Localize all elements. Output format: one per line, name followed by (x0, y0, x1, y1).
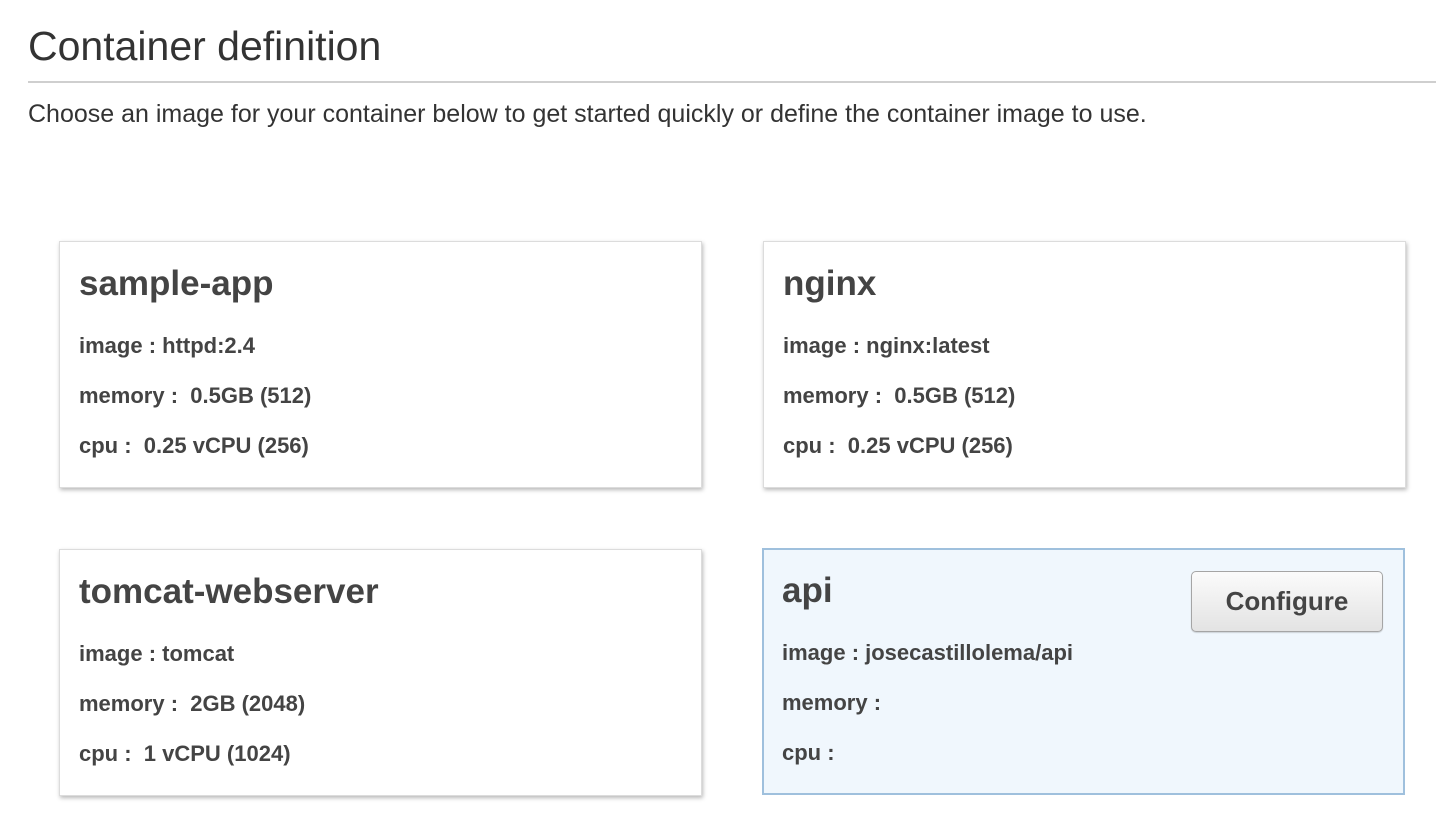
container-cpu: cpu : 0.25 vCPU (256) (79, 433, 309, 458)
container-memory: memory : 0.5GB (512) (783, 383, 1016, 408)
container-name: tomcat-webserver (79, 572, 379, 611)
configure-button[interactable]: Configure (1191, 571, 1383, 632)
container-name: api (782, 571, 833, 610)
container-memory: memory : 0.5GB (512) (79, 383, 312, 408)
container-memory: memory : (782, 690, 882, 715)
container-image: image : httpd:2.4 (79, 333, 256, 358)
container-card-sample-app[interactable]: sample-app image : httpd:2.4 memory : 0.… (59, 241, 702, 488)
container-card-nginx[interactable]: nginx image : nginx:latest memory : 0.5G… (763, 241, 1406, 488)
container-name: sample-app (79, 264, 274, 303)
page-description: Choose an image for your container below… (28, 100, 1147, 128)
container-card-api[interactable]: api Configure image : josecastillolema/a… (762, 548, 1405, 795)
container-image: image : tomcat (79, 641, 235, 666)
container-image: image : josecastillolema/api (782, 640, 1074, 665)
container-image: image : nginx:latest (783, 333, 990, 358)
container-card-tomcat-webserver[interactable]: tomcat-webserver image : tomcat memory :… (59, 549, 702, 796)
container-cpu: cpu : (782, 740, 835, 765)
container-cpu: cpu : 1 vCPU (1024) (79, 741, 291, 766)
container-cpu: cpu : 0.25 vCPU (256) (783, 433, 1013, 458)
container-memory: memory : 2GB (2048) (79, 691, 306, 716)
title-divider (28, 81, 1436, 83)
container-name: nginx (783, 264, 877, 303)
page-title: Container definition (28, 23, 382, 69)
